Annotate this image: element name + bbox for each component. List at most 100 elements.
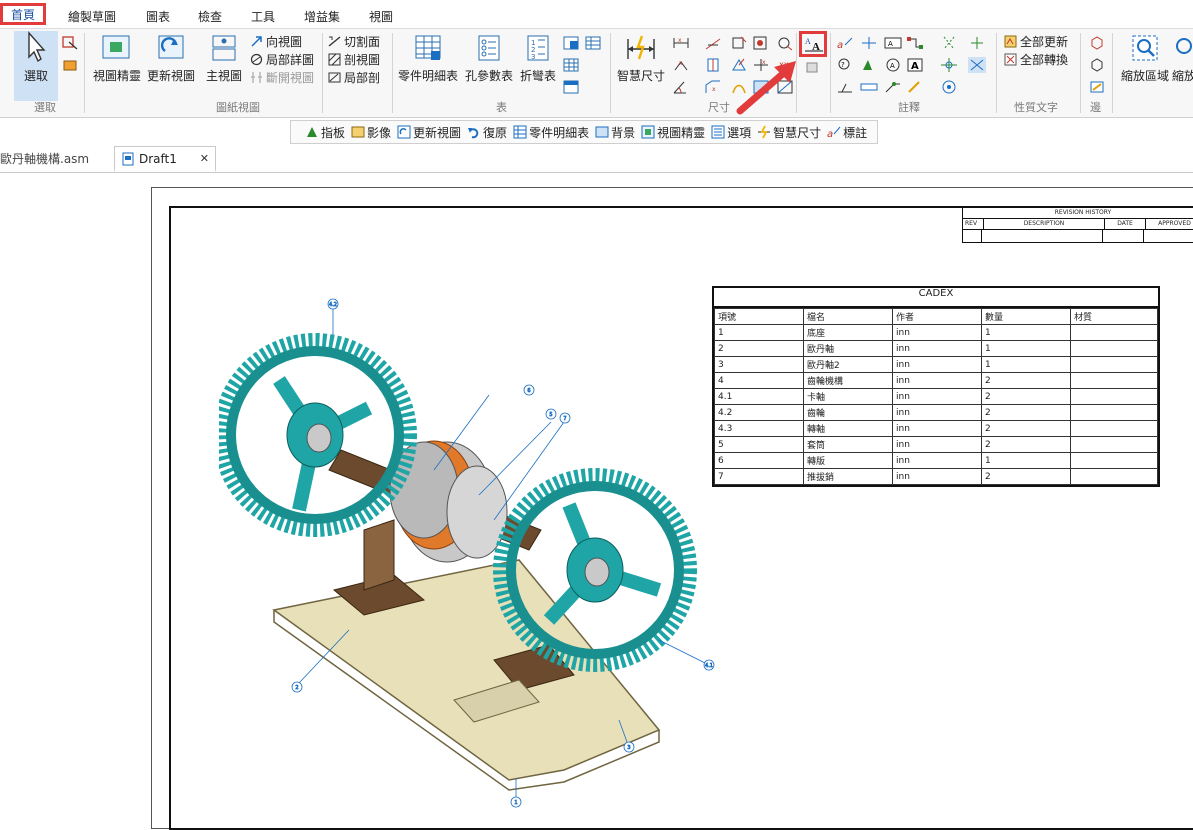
cmd-options-button[interactable]: 選項 xyxy=(711,124,751,141)
table-tool-3-icon[interactable] xyxy=(562,57,580,73)
table-cell: 2 xyxy=(981,468,1071,485)
annotation-extra-1-icon[interactable] xyxy=(968,35,986,51)
dim-tool-a-icon[interactable] xyxy=(730,35,748,51)
cmd-view-wizard-label: 視圖精靈 xyxy=(657,125,706,140)
tab-tools[interactable]: 工具 xyxy=(251,8,275,25)
bend-table-button[interactable]: 123 折彎表 xyxy=(517,33,559,84)
table-row[interactable]: 1 底座 inn 1 xyxy=(714,324,1158,341)
connector-icon[interactable] xyxy=(906,35,924,51)
cmd-undo-button[interactable]: 復原 xyxy=(467,124,507,141)
cmd-parts-list-button[interactable]: 零件明細表 xyxy=(513,124,589,141)
callout-icon[interactable]: a xyxy=(836,35,854,51)
smart-dimension-button[interactable]: 智慧尺寸 xyxy=(614,33,668,84)
tab-view[interactable]: 視圖 xyxy=(369,8,393,25)
hole-pattern-icon[interactable] xyxy=(940,79,958,95)
centerline-icon[interactable] xyxy=(940,35,958,51)
coordinate-dim-icon[interactable]: x xyxy=(672,57,690,73)
cmd-undo-label: 復原 xyxy=(483,125,508,140)
zoom-more-button[interactable]: 縮放 xyxy=(1172,33,1193,84)
feature-frame-icon[interactable]: A xyxy=(884,35,902,51)
convert-all-button[interactable]: 全部轉換 xyxy=(1004,51,1068,68)
broken-out-button[interactable]: 局部剖 xyxy=(328,69,380,86)
table-cell: 歐丹軸 xyxy=(803,340,893,357)
center-mark-icon[interactable] xyxy=(940,57,958,73)
table-row[interactable]: 4.3 轉軸 inn 2 xyxy=(714,420,1158,437)
select-filter-icon[interactable] xyxy=(61,35,79,51)
cmd-callout-button[interactable]: a 標註 xyxy=(827,124,867,141)
table-tool-2-icon[interactable] xyxy=(584,35,602,51)
table-row[interactable]: 4.2 齒輪 inn 2 xyxy=(714,404,1158,421)
bend-table-label: 折彎表 xyxy=(519,69,556,83)
angular-coord-icon[interactable] xyxy=(704,35,722,51)
edge-display-1-icon[interactable] xyxy=(1088,35,1106,51)
select-button[interactable]: 選取 xyxy=(14,31,58,101)
assembly-view[interactable]: 4.2 6 5 7 2 4.1 3 1 xyxy=(219,290,719,810)
principal-view-button[interactable]: 主視圖 xyxy=(202,33,246,84)
hole-table-button[interactable]: 孔參數表 xyxy=(462,33,516,84)
tab-sketch[interactable]: 繪製草圖 xyxy=(68,8,116,25)
auxiliary-view-button[interactable]: 向視圖 xyxy=(250,33,302,50)
revision-col-rev: REV xyxy=(963,219,984,229)
annotation-extra-2-icon[interactable] xyxy=(968,57,986,73)
section-view-label: 剖視圖 xyxy=(344,53,381,67)
format-painter-icon[interactable] xyxy=(804,59,822,75)
table-row[interactable]: 2 歐丹軸 inn 1 xyxy=(714,340,1158,357)
cmd-background-button[interactable]: 背景 xyxy=(595,124,635,141)
smart-dimension-small-icon xyxy=(758,125,771,139)
symmetric-dim-icon[interactable] xyxy=(704,57,722,73)
edge-display-3-icon[interactable] xyxy=(1088,79,1106,95)
bolt-hole-circle-icon[interactable] xyxy=(906,79,924,95)
edge-display-2-icon[interactable] xyxy=(1088,57,1106,73)
section-view-button[interactable]: 剖視圖 xyxy=(328,51,380,68)
table-tool-4-icon[interactable] xyxy=(562,79,580,95)
cmd-sheet-button[interactable]: 指板 xyxy=(305,124,345,141)
angle-dim-icon[interactable] xyxy=(672,79,690,95)
update-all-button[interactable]: 全部更新 xyxy=(1004,33,1068,50)
broken-view-button[interactable]: 斷開視圖 xyxy=(250,69,314,86)
select-part-icon[interactable] xyxy=(61,57,79,73)
table-row[interactable]: 6 轉版 inn 1 xyxy=(714,452,1158,469)
drawing-canvas[interactable]: REVISION HISTORY REV DESCRIPTION DATE AP… xyxy=(0,173,1193,830)
edge-condition-icon[interactable] xyxy=(860,79,878,95)
balloon-icon[interactable]: ? xyxy=(836,57,854,73)
table-row[interactable]: 4 齒輪機構 inn 2 xyxy=(714,372,1158,389)
zoom-area-button[interactable]: 縮放區域 xyxy=(1118,33,1172,84)
dim-tool-g-icon[interactable] xyxy=(776,35,794,51)
weld-symbol-icon[interactable] xyxy=(836,79,854,95)
tab-addins[interactable]: 增益集 xyxy=(304,8,340,25)
table-row[interactable]: 7 推拔銷 inn 2 xyxy=(714,468,1158,485)
table-cell: 齒輪機構 xyxy=(803,372,893,389)
table-cell: inn xyxy=(892,340,982,357)
text-style-icon[interactable]: AA xyxy=(804,35,824,53)
close-tab-icon[interactable]: ✕ xyxy=(200,152,209,165)
leader-arrow-icon[interactable] xyxy=(884,79,902,95)
parts-list-button[interactable]: 零件明細表 xyxy=(397,33,459,84)
cmd-update-views-button[interactable]: 更新視圖 xyxy=(397,124,461,141)
cmd-image-button[interactable]: 影像 xyxy=(351,124,391,141)
update-views-button[interactable]: 更新視圖 xyxy=(146,33,196,84)
leader-icon[interactable] xyxy=(860,35,878,51)
doc-tab-draft[interactable]: Draft1 ✕ xyxy=(114,146,216,172)
text-box-icon[interactable]: A xyxy=(906,57,924,73)
distance-dim-icon[interactable]: x xyxy=(672,35,690,51)
cmd-smart-dimension-button[interactable]: 智慧尺寸 xyxy=(757,124,821,141)
tab-inspect[interactable]: 檢查 xyxy=(198,8,222,25)
group-label-drawing-views: 圖紙視圖 xyxy=(216,101,260,114)
svg-text:x: x xyxy=(712,86,716,93)
chamfer-dim-icon[interactable]: x xyxy=(704,79,722,95)
surface-texture-icon[interactable] xyxy=(860,57,878,73)
cmd-view-wizard-button[interactable]: 視圖精靈 xyxy=(641,124,705,141)
tab-charts[interactable]: 圖表 xyxy=(146,8,170,25)
table-tool-1-icon[interactable] xyxy=(562,35,580,51)
dim-tool-d-icon[interactable] xyxy=(752,35,770,51)
table-row[interactable]: 3 歐丹軸2 inn 1 xyxy=(714,356,1158,373)
datum-icon[interactable]: A xyxy=(884,57,902,73)
view-wizard-button[interactable]: 視圖精靈 xyxy=(92,33,142,84)
doc-tab-asm[interactable]: 歐丹軸機構.asm xyxy=(0,150,89,167)
section-line-button[interactable]: 切割面 xyxy=(328,33,380,50)
detail-view-button[interactable]: 局部詳圖 xyxy=(250,51,314,68)
tab-home[interactable]: 首頁 xyxy=(0,3,46,25)
table-row[interactable]: 5 套筒 inn 2 xyxy=(714,436,1158,453)
table-row[interactable]: 4.1 卡軸 inn 2 xyxy=(714,388,1158,405)
parts-list-table[interactable]: CADEX 項號 檔名 作者 數量 材質 1 底座 inn 1 2 歐丹軸 inn 1 3 歐丹軸… xyxy=(712,286,1160,487)
